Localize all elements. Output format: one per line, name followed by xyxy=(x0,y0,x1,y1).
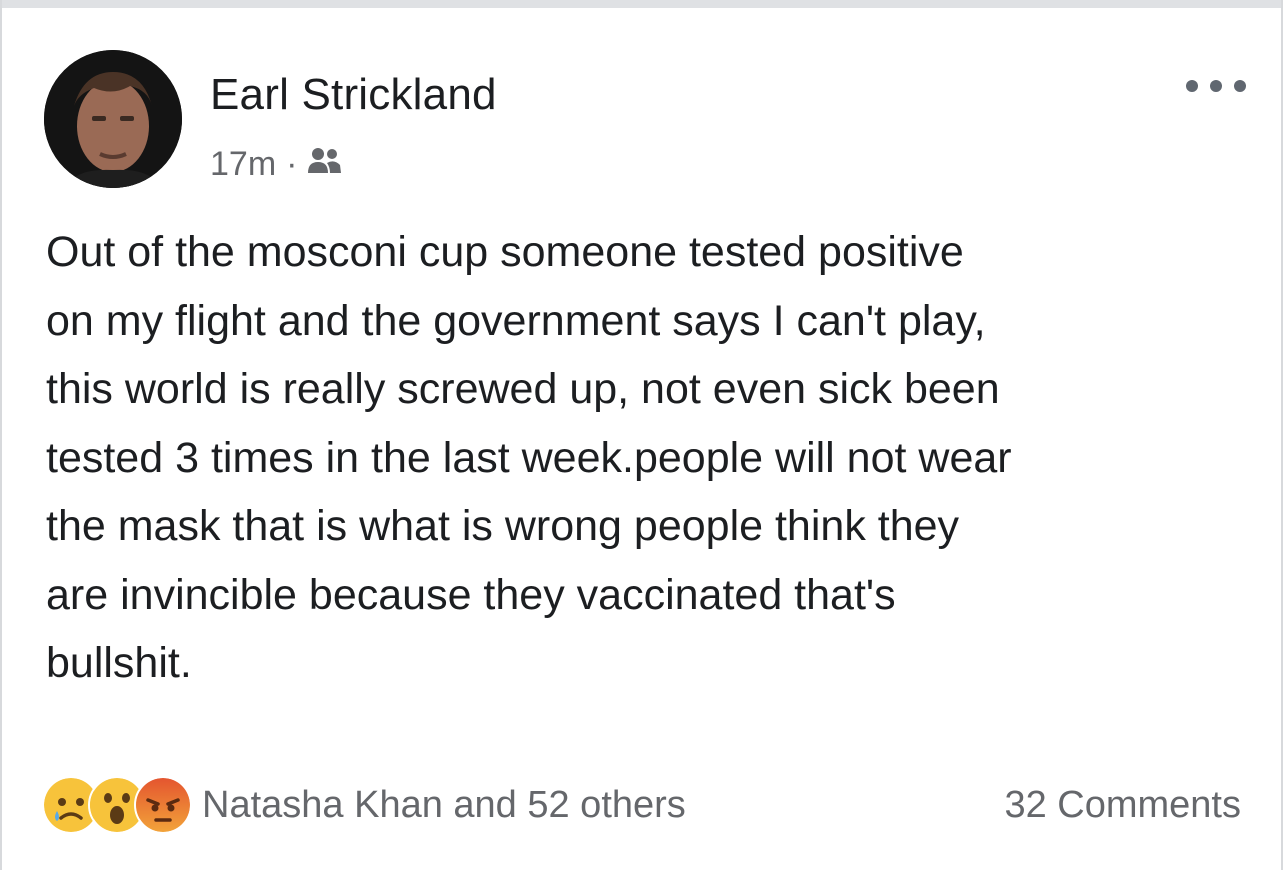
author-avatar[interactable] xyxy=(44,50,182,188)
post-line: tested 3 times in the last week.people w… xyxy=(46,433,1012,482)
post-line: bullshit. xyxy=(46,639,192,687)
meta-separator: · xyxy=(286,144,298,183)
post-line: this world is really screwed up, not eve… xyxy=(46,365,1000,413)
more-dot xyxy=(1186,80,1198,92)
more-dot xyxy=(1234,80,1246,92)
post-time[interactable]: 17m xyxy=(210,145,276,184)
reactions-summary[interactable]: Natasha Khan and 52 others xyxy=(42,775,686,835)
card-top-border xyxy=(2,0,1281,8)
comments-count-link[interactable]: 32 Comments xyxy=(1004,784,1241,827)
post-footer: Natasha Khan and 52 others 32 Comments xyxy=(42,775,1241,835)
angry-reaction-icon xyxy=(134,776,192,834)
post-meta: 17m · xyxy=(210,142,343,186)
more-dot xyxy=(1210,80,1222,92)
avatar-photo xyxy=(44,50,182,188)
facebook-post-card: Earl Strickland 17m · Out of the mosconi… xyxy=(0,0,1283,870)
post-line: the mask that is what is wrong people th… xyxy=(46,502,960,550)
more-options-icon[interactable] xyxy=(1186,72,1246,100)
author-name[interactable]: Earl Strickland xyxy=(210,70,497,120)
post-line: on my flight and the government says I c… xyxy=(46,296,986,345)
reaction-summary-text[interactable]: Natasha Khan and 52 others xyxy=(202,784,686,827)
post-line: are invincible because they vaccinated t… xyxy=(46,570,896,619)
post-line: Out of the mosconi cup someone tested po… xyxy=(46,228,964,276)
friends-icon xyxy=(307,145,343,184)
post-text: Out of the mosconi cup someone tested po… xyxy=(46,218,1256,698)
